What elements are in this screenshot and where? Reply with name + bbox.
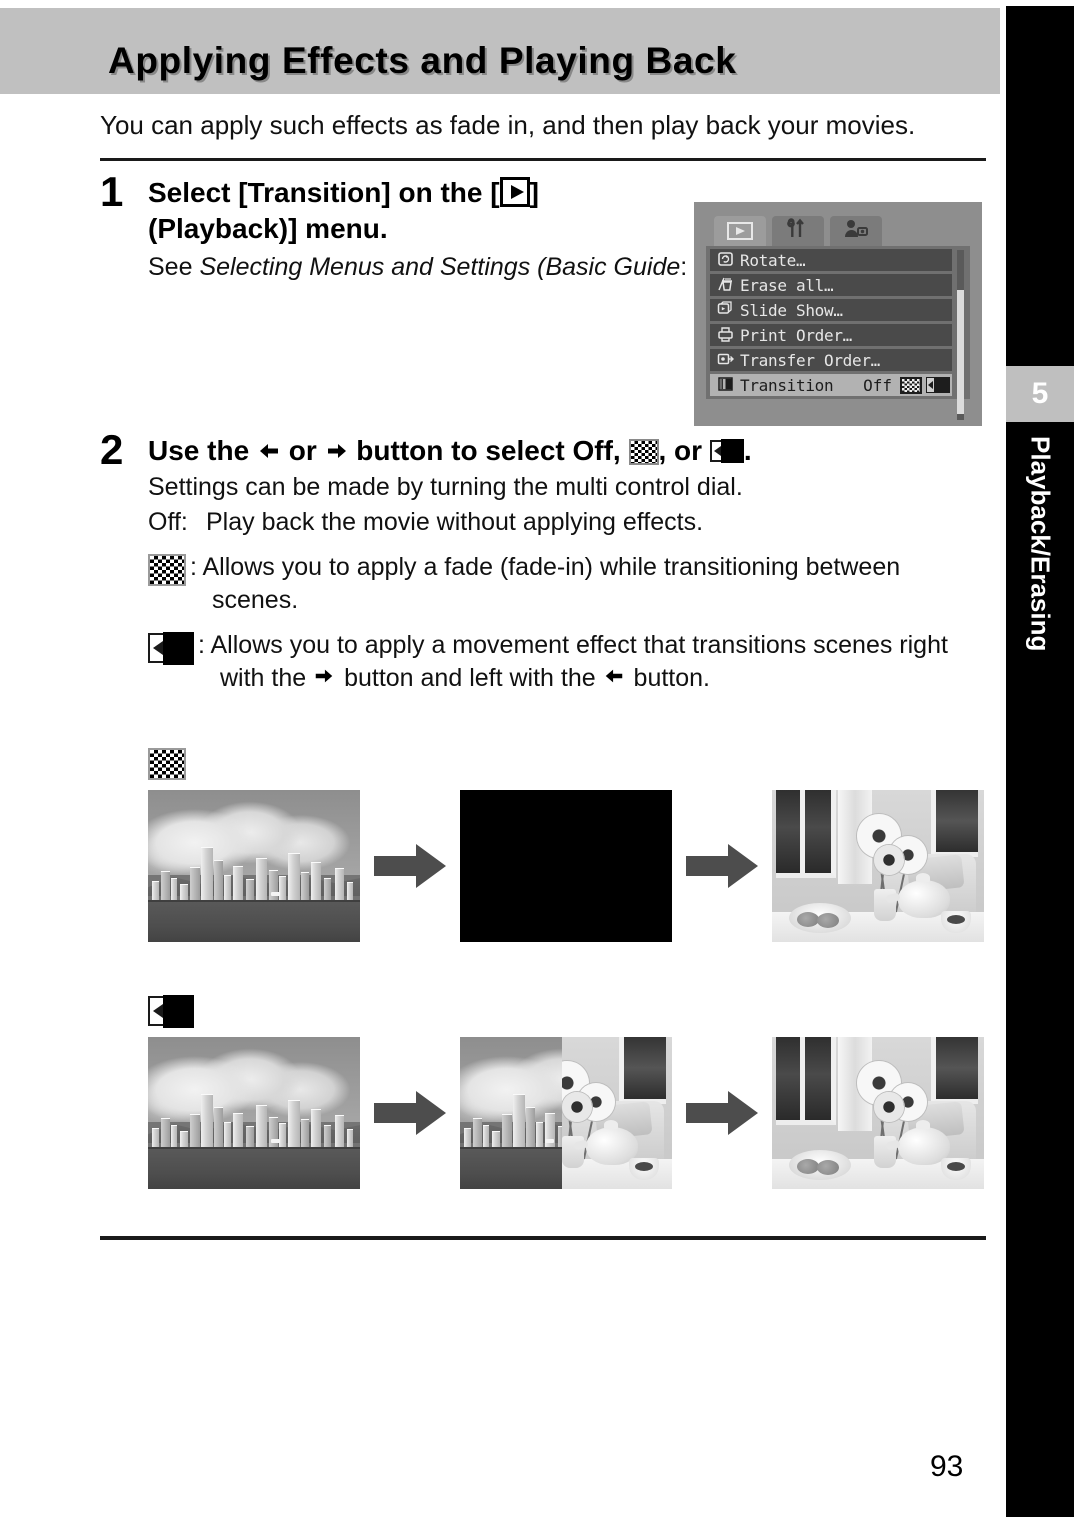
step-2: 2 Use the or button to select Off, , or … <box>100 429 986 695</box>
setup-tab[interactable] <box>772 216 824 246</box>
step-1-heading-text-b: (Playback)] menu. <box>148 213 388 245</box>
erase-all-icon <box>714 276 736 295</box>
menu-item-transition[interactable]: Transition Off <box>710 374 952 396</box>
step-2-heading-period: . <box>743 435 752 467</box>
transition-arrow <box>360 842 460 890</box>
menu-item-transfer-order[interactable]: Transfer Order… <box>710 349 952 371</box>
transfer-order-icon <box>714 351 736 370</box>
menu-item-slide-show-label: Slide Show… <box>740 300 843 320</box>
step-2-heading: Use the or button to select Off, , or . <box>148 433 986 469</box>
print-order-icon <box>714 326 736 345</box>
section-divider-bottom <box>100 1236 986 1240</box>
playback-icon <box>499 177 530 208</box>
manual-page: Applying Effects and Playing Back 5 Play… <box>0 0 1080 1521</box>
camera-menu-list: Rotate… Erase all… Slide Show… Print Ord… <box>706 246 970 420</box>
flowers-interior-photo <box>772 1037 984 1189</box>
rotate-icon <box>714 251 736 270</box>
play-icon <box>727 222 753 240</box>
right-arrow-icon <box>374 844 446 888</box>
menu-item-print-order-label: Print Order… <box>740 325 852 345</box>
page-number: 93 <box>930 1450 964 1483</box>
step-1-heading-text-a: Select [Transition] on the [ <box>148 177 500 209</box>
step-1-number: 1 <box>100 168 124 216</box>
menu-item-transfer-order-label: Transfer Order… <box>740 350 880 370</box>
chapter-name-label: Playback/Erasing <box>1006 430 1074 730</box>
step-1-heading: Select [Transition] on the [] (Playback)… <box>148 175 668 247</box>
slide-transition-icon <box>709 439 744 465</box>
transition-icon <box>714 376 736 395</box>
step-1-heading-bracket: ] <box>529 177 539 209</box>
flowers-interior-photo <box>772 790 984 942</box>
slide-transition-icon <box>148 632 194 668</box>
slide-option-line1: : Allows you to apply a movement effect … <box>198 631 948 660</box>
transition-arrow <box>360 1089 460 1137</box>
slide-option-line2: with the button and left with the button… <box>198 662 986 695</box>
menu-item-slide-show[interactable]: Slide Show… <box>710 299 952 321</box>
page-title: Applying Effects and Playing Back <box>108 40 737 81</box>
fade-transition-icon <box>628 439 659 466</box>
slide-option-text: : Allows you to apply a movement effect … <box>198 629 986 695</box>
step-2-heading-text-a: Use the <box>148 435 250 467</box>
step-2-number: 2 <box>100 426 124 474</box>
arrow-right-icon <box>313 665 337 689</box>
slide-option-row: : Allows you to apply a movement effect … <box>148 629 986 695</box>
fade-option-line2: scenes. <box>212 586 299 615</box>
arrow-left-icon <box>257 439 281 463</box>
off-option-row: Off: Play back the movie without applyin… <box>148 506 986 539</box>
transition-arrow <box>672 842 772 890</box>
menu-item-transition-label: Transition <box>740 375 834 395</box>
person-camera-icon <box>843 218 869 244</box>
slide-option-line2-b: button and left with the <box>344 664 596 693</box>
arrow-right-icon <box>325 439 349 463</box>
menu-item-rotate-label: Rotate… <box>740 250 806 270</box>
camera-menu-screenshot: Rotate… Erase all… Slide Show… Print Ord… <box>694 202 982 426</box>
city-skyline-photo <box>148 790 360 942</box>
step-2-heading-or: or <box>288 435 317 467</box>
intro-paragraph: You can apply such effects as fade in, a… <box>100 110 916 140</box>
step-1-ref-prefix: See <box>148 252 200 281</box>
chapter-side-strip <box>1006 6 1074 1517</box>
right-arrow-icon <box>374 1091 446 1135</box>
right-arrow-icon <box>686 1091 758 1135</box>
section-divider-top <box>100 158 986 162</box>
chapter-name-text: Playback/Erasing <box>1025 436 1056 652</box>
fade-option-row: : Allows you to apply a fade (fade-in) w… <box>148 551 986 617</box>
playback-tab[interactable] <box>714 216 766 246</box>
step-1-ref-italic: Selecting Menus and Settings (Basic Guid… <box>199 252 681 281</box>
fade-transition-icon <box>148 748 186 780</box>
slide-transition-icon <box>148 995 194 1031</box>
slide-sequence <box>100 995 984 1189</box>
fade-transition-icon[interactable] <box>900 376 922 394</box>
fade-option-text: : Allows you to apply a fade (fade-in) w… <box>190 551 986 617</box>
black-fade-frame <box>460 790 672 942</box>
menu-item-rotate[interactable]: Rotate… <box>710 249 952 271</box>
slide-option-line2-a: with the <box>220 664 307 693</box>
off-option-description: Play back the movie without applying eff… <box>206 508 704 537</box>
menu-item-erase-all-label: Erase all… <box>740 275 834 295</box>
slide-transition-icon[interactable] <box>926 376 950 394</box>
camera-menu-tabs <box>706 216 970 246</box>
menu-item-erase-all[interactable]: Erase all… <box>710 274 952 296</box>
chapter-number-badge: 5 <box>1006 366 1074 422</box>
slide-show-icon <box>714 300 736 320</box>
transition-arrow <box>672 1089 772 1137</box>
off-option-label: Off: <box>148 508 188 537</box>
arrow-left-icon <box>603 665 627 689</box>
wrench-icon <box>786 218 810 244</box>
fade-transition-icon <box>148 554 186 587</box>
menu-item-print-order[interactable]: Print Order… <box>710 324 952 346</box>
menu-scrollbar-thumb[interactable] <box>957 290 964 414</box>
fade-sequence <box>100 748 984 942</box>
step-2-heading-comma: , or <box>658 435 703 467</box>
step-2-dial-note: Settings can be made by turning the mult… <box>148 473 743 502</box>
transition-selected-value: Off <box>863 375 892 395</box>
right-arrow-icon <box>686 844 758 888</box>
city-skyline-photo <box>148 1037 360 1189</box>
my-camera-tab[interactable] <box>830 216 882 246</box>
wipe-transition-frame <box>460 1037 672 1189</box>
slide-option-line2-c: button. <box>633 664 710 693</box>
fade-option-line1: : Allows you to apply a fade (fade-in) w… <box>190 553 901 582</box>
step-2-heading-text-b: button to select Off, <box>356 435 621 467</box>
